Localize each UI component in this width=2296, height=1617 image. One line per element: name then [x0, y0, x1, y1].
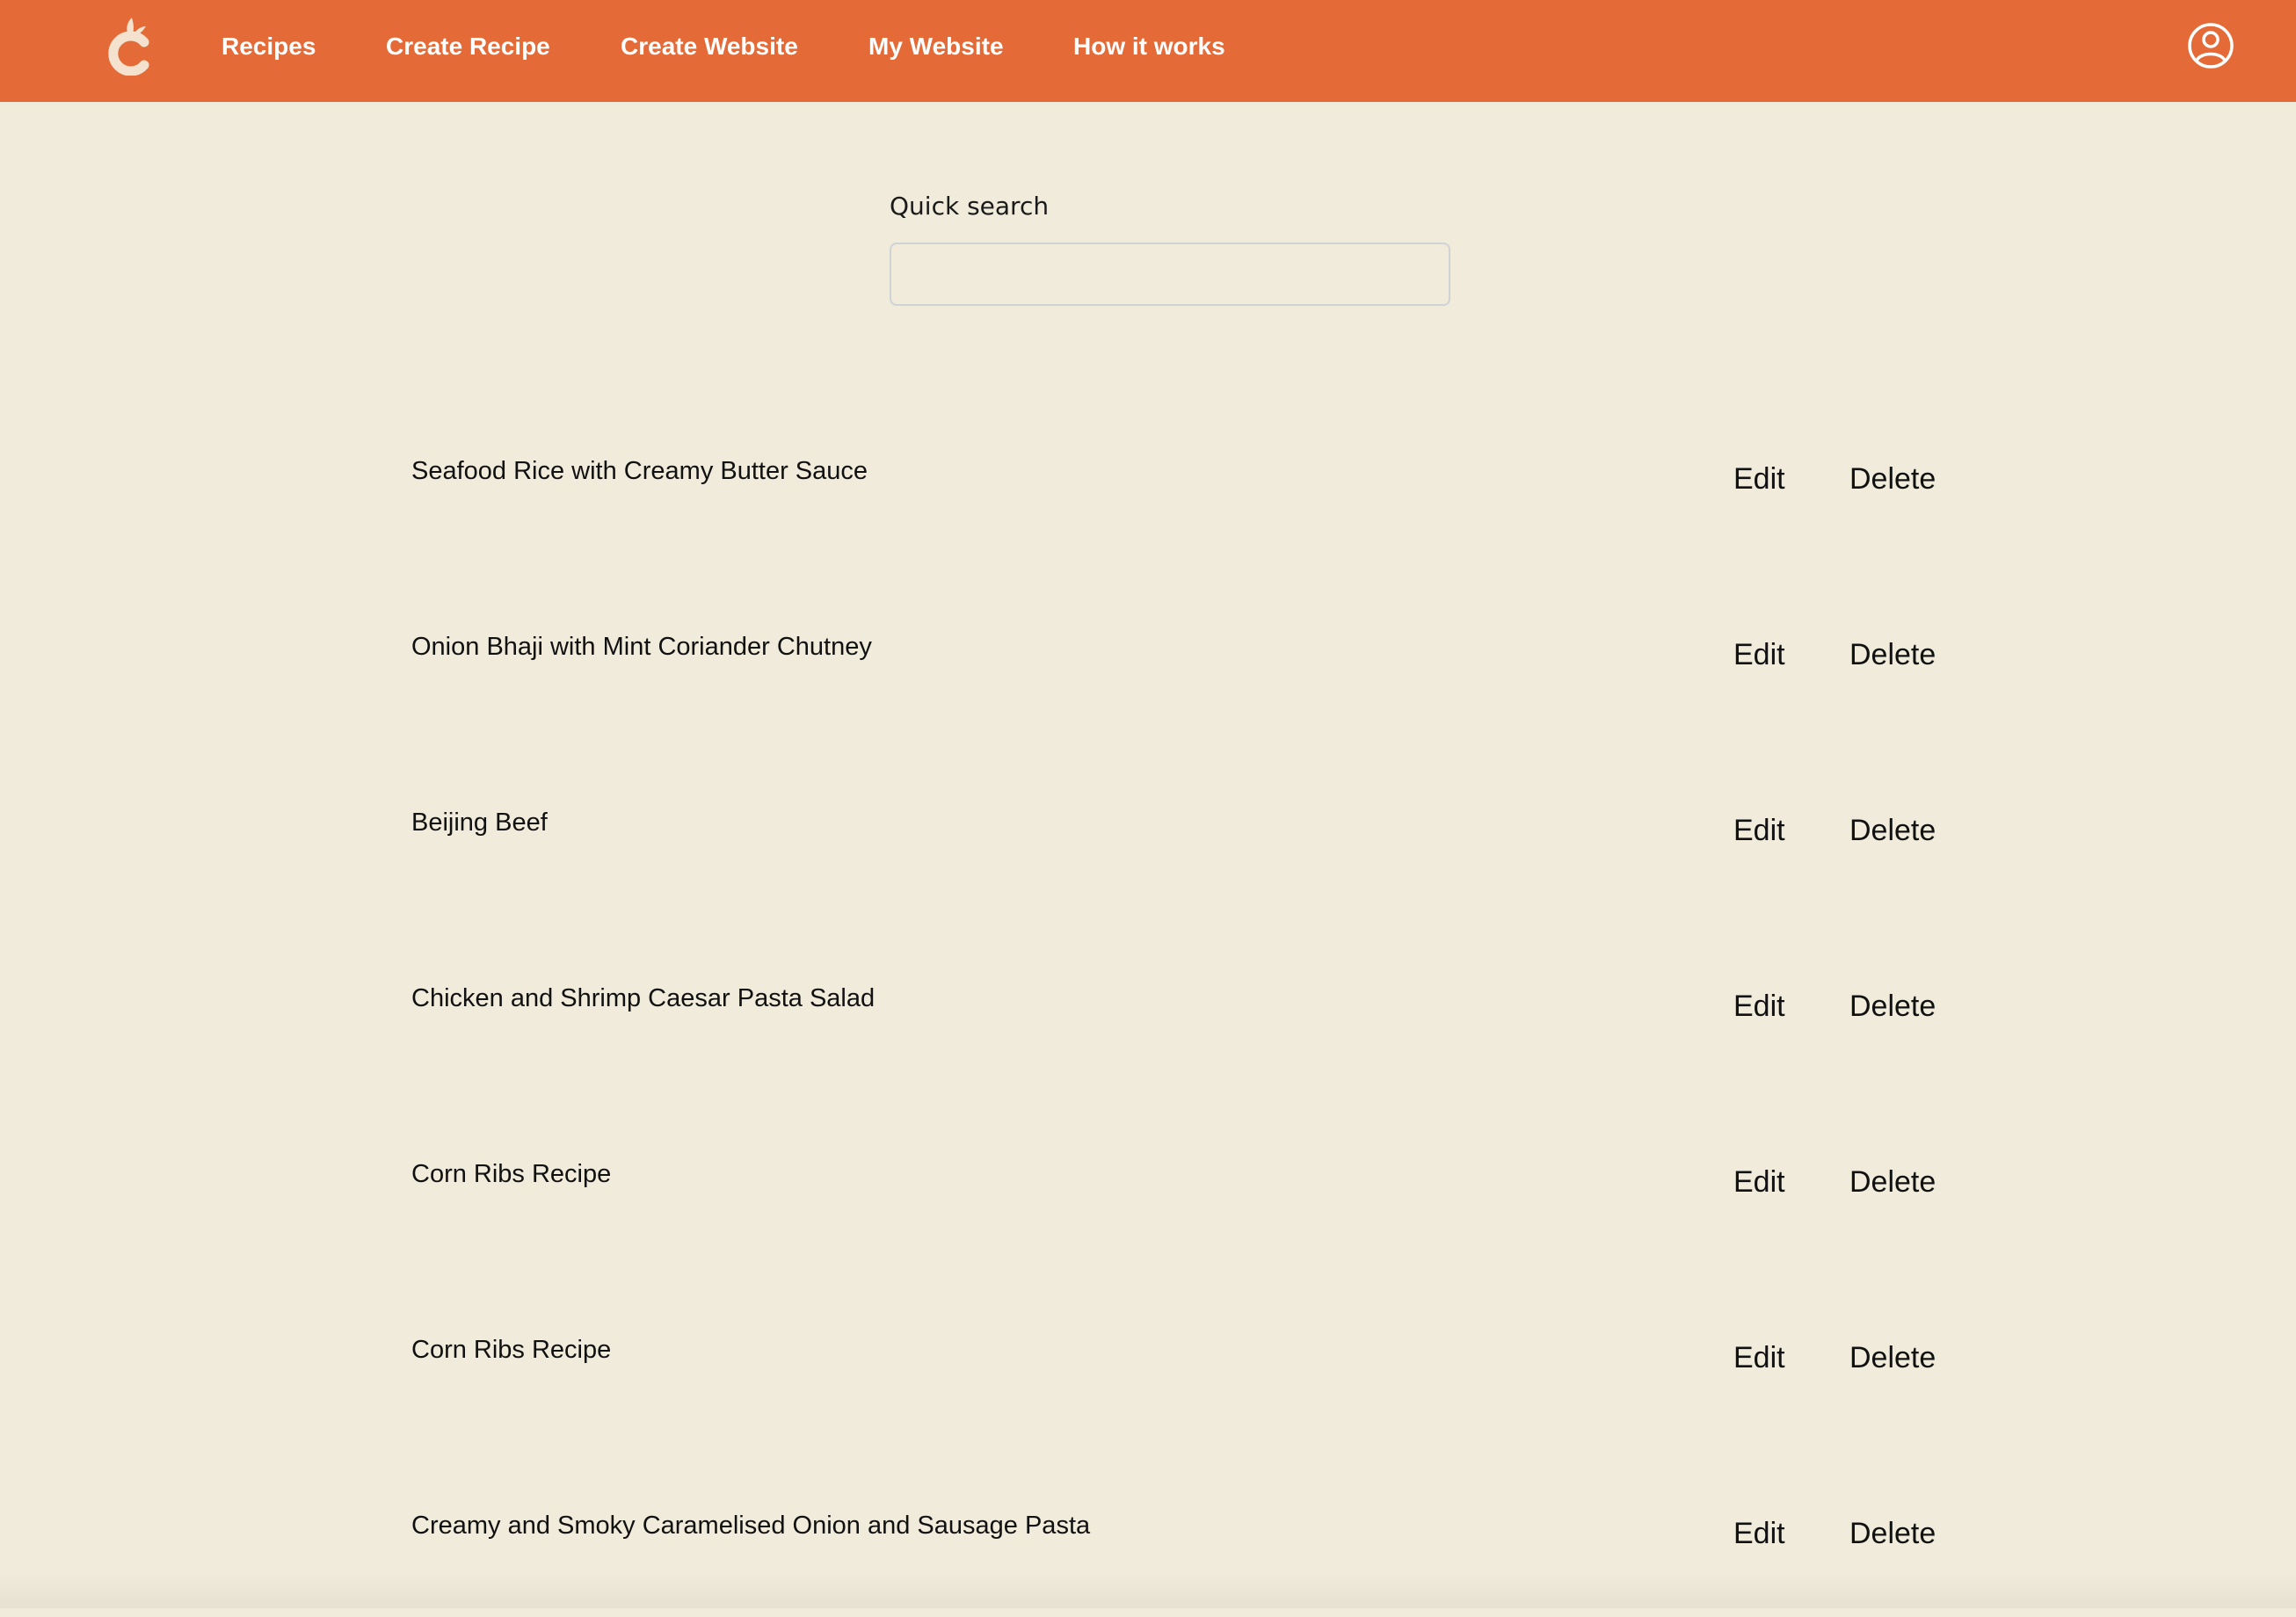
- recipe-row: Onion Bhaji with Mint Coriander Chutney …: [411, 633, 1958, 738]
- recipe-row: Corn Ribs Recipe Edit Delete: [411, 1336, 1958, 1441]
- edit-recipe-button[interactable]: Edit: [1733, 814, 1785, 848]
- recipe-title: Seafood Rice with Creamy Butter Sauce: [411, 457, 868, 485]
- delete-recipe-button[interactable]: Delete: [1849, 814, 1936, 848]
- edit-recipe-button[interactable]: Edit: [1733, 1341, 1785, 1375]
- quick-search-input[interactable]: [890, 243, 1450, 306]
- recipe-row: Beijing Beef Edit Delete: [411, 808, 1958, 914]
- edit-recipe-button[interactable]: Edit: [1733, 1165, 1785, 1200]
- recipe-title: Creamy and Smoky Caramelised Onion and S…: [411, 1512, 1091, 1540]
- delete-recipe-button[interactable]: Delete: [1849, 462, 1936, 497]
- delete-recipe-button[interactable]: Delete: [1849, 990, 1936, 1024]
- chef-c-logo-icon[interactable]: [105, 16, 155, 76]
- recipe-row: Chicken and Shrimp Caesar Pasta Salad Ed…: [411, 984, 1958, 1090]
- nav-create-recipe[interactable]: Create Recipe: [386, 0, 550, 93]
- recipe-title: Corn Ribs Recipe: [411, 1336, 612, 1364]
- edit-recipe-button[interactable]: Edit: [1733, 462, 1785, 497]
- recipe-title: Beijing Beef: [411, 808, 548, 837]
- bottom-scroll-shadow: [0, 1573, 2296, 1608]
- edit-recipe-button[interactable]: Edit: [1733, 1517, 1785, 1551]
- top-navigation-bar: Recipes Create Recipe Create Website My …: [0, 0, 2296, 102]
- delete-recipe-button[interactable]: Delete: [1849, 1341, 1936, 1375]
- nav-recipes[interactable]: Recipes: [222, 0, 316, 93]
- delete-recipe-button[interactable]: Delete: [1849, 638, 1936, 672]
- recipe-row: Seafood Rice with Creamy Butter Sauce Ed…: [411, 457, 1958, 562]
- delete-recipe-button[interactable]: Delete: [1849, 1165, 1936, 1200]
- nav-create-website[interactable]: Create Website: [621, 0, 798, 93]
- quick-search-label: Quick search: [890, 192, 1050, 221]
- recipe-title: Onion Bhaji with Mint Coriander Chutney: [411, 633, 872, 661]
- edit-recipe-button[interactable]: Edit: [1733, 638, 1785, 672]
- user-circle-icon[interactable]: [2186, 21, 2235, 70]
- delete-recipe-button[interactable]: Delete: [1849, 1517, 1936, 1551]
- recipe-title: Corn Ribs Recipe: [411, 1160, 612, 1188]
- nav-my-website[interactable]: My Website: [868, 0, 1004, 93]
- edit-recipe-button[interactable]: Edit: [1733, 990, 1785, 1024]
- nav-how-it-works[interactable]: How it works: [1073, 0, 1225, 93]
- recipe-title: Chicken and Shrimp Caesar Pasta Salad: [411, 984, 876, 1012]
- recipe-row: Corn Ribs Recipe Edit Delete: [411, 1160, 1958, 1265]
